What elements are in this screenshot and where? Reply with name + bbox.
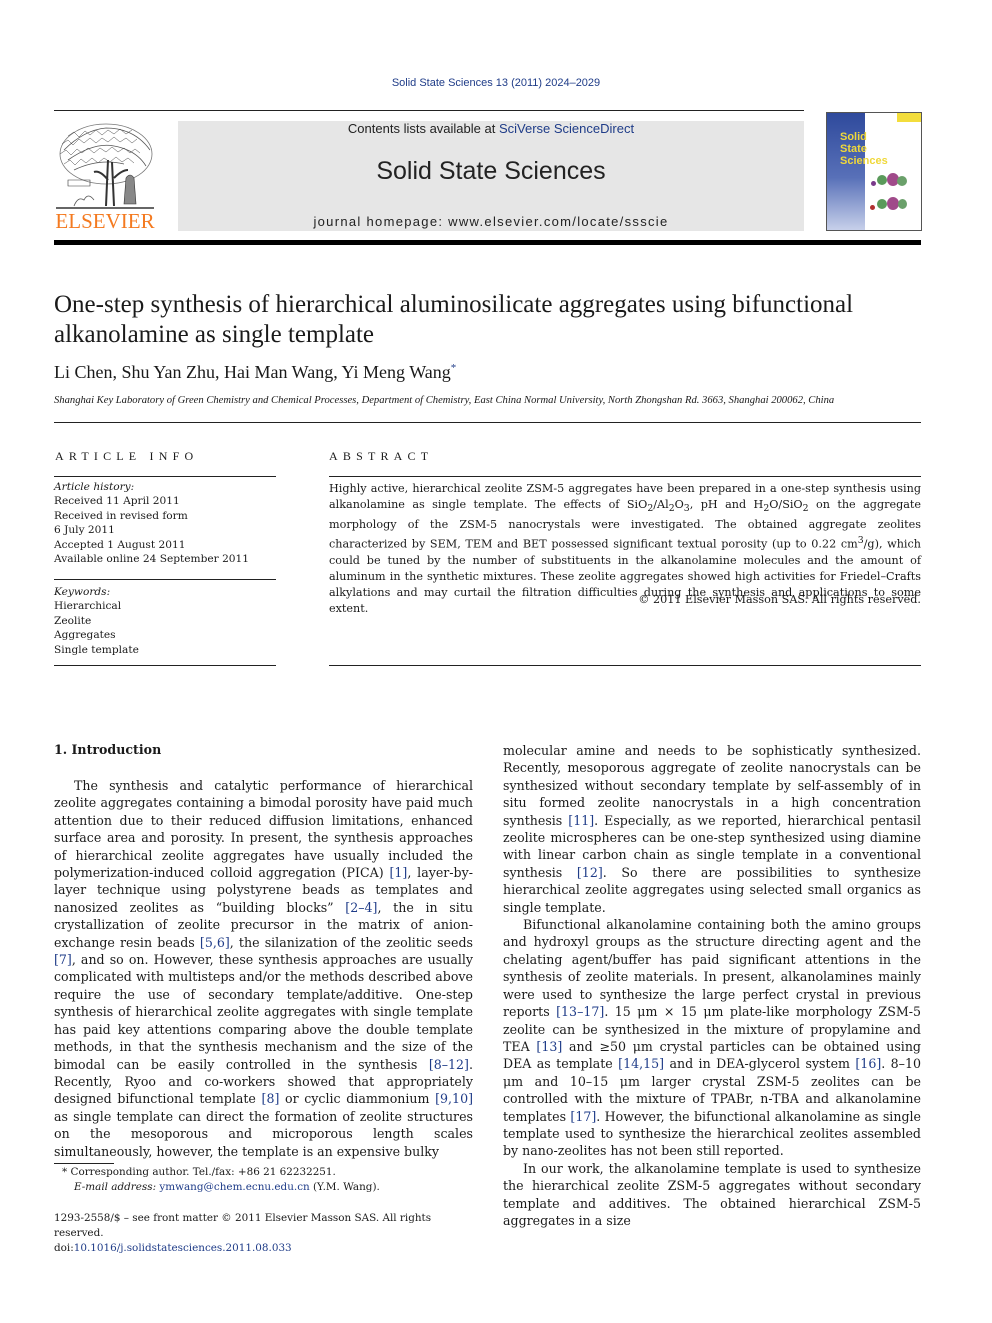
abstract-segment: /Al (653, 498, 669, 511)
corresponding-author-footnote: * Corresponding author. Tel./fax: +86 21… (54, 1165, 474, 1195)
author-list: Li Chen, Shu Yan Zhu, Hai Man Wang, Yi M… (54, 362, 456, 383)
paragraph: The synthesis and catalytic performance … (54, 777, 473, 1160)
issn-line: 1293-2558/$ – see front matter © 2011 El… (54, 1212, 432, 1239)
elsevier-tree-icon (56, 123, 154, 209)
header-rule (54, 110, 804, 111)
doi-prefix: doi: (54, 1242, 74, 1254)
abstract-segment: O/SiO (769, 498, 803, 511)
reference-link[interactable]: [13–17] (556, 1004, 604, 1019)
doi-link[interactable]: 10.1016/j.solidstatesciences.2011.08.033 (74, 1242, 292, 1254)
history-item: Received in revised form (54, 509, 188, 522)
elsevier-wordmark: ELSEVIER (55, 209, 155, 233)
journal-homepage-link[interactable]: journal homepage: www.elsevier.com/locat… (178, 214, 804, 229)
history-item: 6 July 2011 (54, 524, 115, 537)
abstract-rule (329, 665, 921, 666)
abstract-heading: ABSTRACT (329, 449, 434, 463)
journal-cover-thumbnail[interactable]: Solid State Sciences (826, 112, 922, 231)
authors-text: Li Chen, Shu Yan Zhu, Hai Man Wang, Yi M… (54, 362, 451, 382)
text-segment: as single template can direct the format… (54, 1108, 473, 1159)
affiliation: Shanghai Key Laboratory of Green Chemist… (54, 395, 835, 406)
paragraph: Bifunctional alkanolamine containing bot… (503, 916, 921, 1160)
abstract-copyright: © 2011 Elsevier Masson SAS. All rights r… (638, 593, 921, 606)
reference-link[interactable]: [5,6] (200, 935, 230, 950)
reference-link[interactable]: [11] (568, 813, 594, 828)
history-label: Article history: (54, 481, 135, 493)
footnote-line: E-mail address: ymwang@chem.ecnu.edu.cn … (54, 1180, 474, 1195)
cover-title-line: State (840, 143, 867, 155)
doi-line: doi:10.1016/j.solidstatesciences.2011.08… (54, 1241, 474, 1256)
reference-link[interactable]: [8] (262, 1091, 280, 1106)
email-link[interactable]: ymwang@chem.ecnu.edu.cn (159, 1181, 309, 1193)
history-item: Available online 24 September 2011 (54, 553, 250, 566)
reference-link[interactable]: [12] (577, 865, 603, 880)
reference-link[interactable]: [14,15] (618, 1056, 664, 1071)
article-info-rule (54, 579, 276, 580)
cover-molecule-graphic (877, 199, 887, 209)
footnote-rule (54, 1163, 114, 1164)
journal-reference-link[interactable]: Solid State Sciences 13 (2011) 2024–2029 (0, 77, 992, 89)
paragraph: molecular amine and needs to be sophisti… (503, 742, 921, 916)
article-info-heading: ARTICLE INFO (55, 449, 199, 463)
keywords: Keywords: Hierarchical Zeolite Aggregate… (54, 585, 276, 657)
keyword: Zeolite (54, 614, 92, 627)
reference-link[interactable]: [1] (389, 865, 407, 880)
section-heading-introduction: 1. Introduction (54, 742, 162, 757)
email-suffix: (Y.M. Wang). (309, 1181, 380, 1193)
cover-yellow-tab (897, 113, 921, 122)
corresponding-author-link[interactable]: * (451, 362, 457, 374)
reference-link[interactable]: [16] (855, 1056, 881, 1071)
article-history: Article history: Received 11 April 2011 … (54, 480, 276, 566)
footnote-text: Corresponding author. Tel./fax: +86 21 6… (67, 1166, 336, 1178)
keyword: Single template (54, 643, 139, 656)
reference-link[interactable]: [8–12] (429, 1057, 469, 1072)
article-info-rule (54, 476, 276, 477)
body-column-left: The synthesis and catalytic performance … (54, 777, 473, 1160)
sciencedirect-link[interactable]: SciVerse ScienceDirect (499, 121, 634, 136)
journal-name: Solid State Sciences (376, 157, 606, 185)
reference-link[interactable]: [17] (570, 1109, 596, 1124)
footnote-line: * Corresponding author. Tel./fax: +86 21… (54, 1165, 474, 1180)
contents-prefix: Contents lists available at (347, 121, 499, 136)
text-segment: and in DEA-glycerol system (664, 1056, 856, 1072)
text-segment: , and so on. However, these synthesis ap… (54, 952, 473, 1072)
cover-molecule-graphic (897, 176, 907, 186)
cover-molecule-graphic (898, 199, 907, 209)
article-title: One-step synthesis of hierarchical alumi… (54, 291, 854, 348)
reference-link[interactable]: [13] (536, 1039, 562, 1054)
text-segment: , the silanization of the zeolitic seeds (229, 934, 473, 950)
cover-molecule-graphic (870, 205, 875, 210)
history-item: Received 11 April 2011 (54, 495, 180, 508)
reference-link[interactable]: [7] (54, 952, 72, 967)
header-thick-rule (54, 240, 921, 245)
history-item: Accepted 1 August 2011 (54, 538, 186, 551)
contents-availability: Contents lists available at SciVerse Sci… (178, 121, 804, 136)
front-matter: 1293-2558/$ – see front matter © 2011 El… (54, 1211, 474, 1256)
abstract-segment: O (674, 498, 684, 511)
keyword: Hierarchical (54, 600, 122, 613)
article-info-rule (54, 665, 276, 666)
reference-link[interactable]: [2–4] (345, 900, 377, 915)
cover-title: Solid State Sciences (840, 131, 888, 167)
title-rule (54, 422, 921, 423)
body-column-right: molecular amine and needs to be sophisti… (503, 742, 921, 1229)
elsevier-logo[interactable]: ELSEVIER (54, 118, 156, 234)
abstract-rule (329, 476, 921, 477)
cover-title-line: Solid (840, 131, 867, 143)
keywords-label: Keywords: (54, 586, 111, 598)
cover-title-line: Sciences (840, 155, 888, 167)
abstract-segment: , pH and H (689, 498, 764, 511)
reference-link[interactable]: [9,10] (435, 1091, 473, 1106)
email-label: E-mail address: (74, 1181, 160, 1193)
paragraph: In our work, the alkanolamine template i… (503, 1160, 921, 1228)
cover-molecule-graphic (871, 181, 876, 186)
cover-molecule-graphic (877, 175, 887, 185)
journal-banner: Contents lists available at SciVerse Sci… (178, 121, 804, 231)
text-segment: or cyclic diammonium (279, 1091, 436, 1107)
keyword: Aggregates (54, 629, 116, 642)
